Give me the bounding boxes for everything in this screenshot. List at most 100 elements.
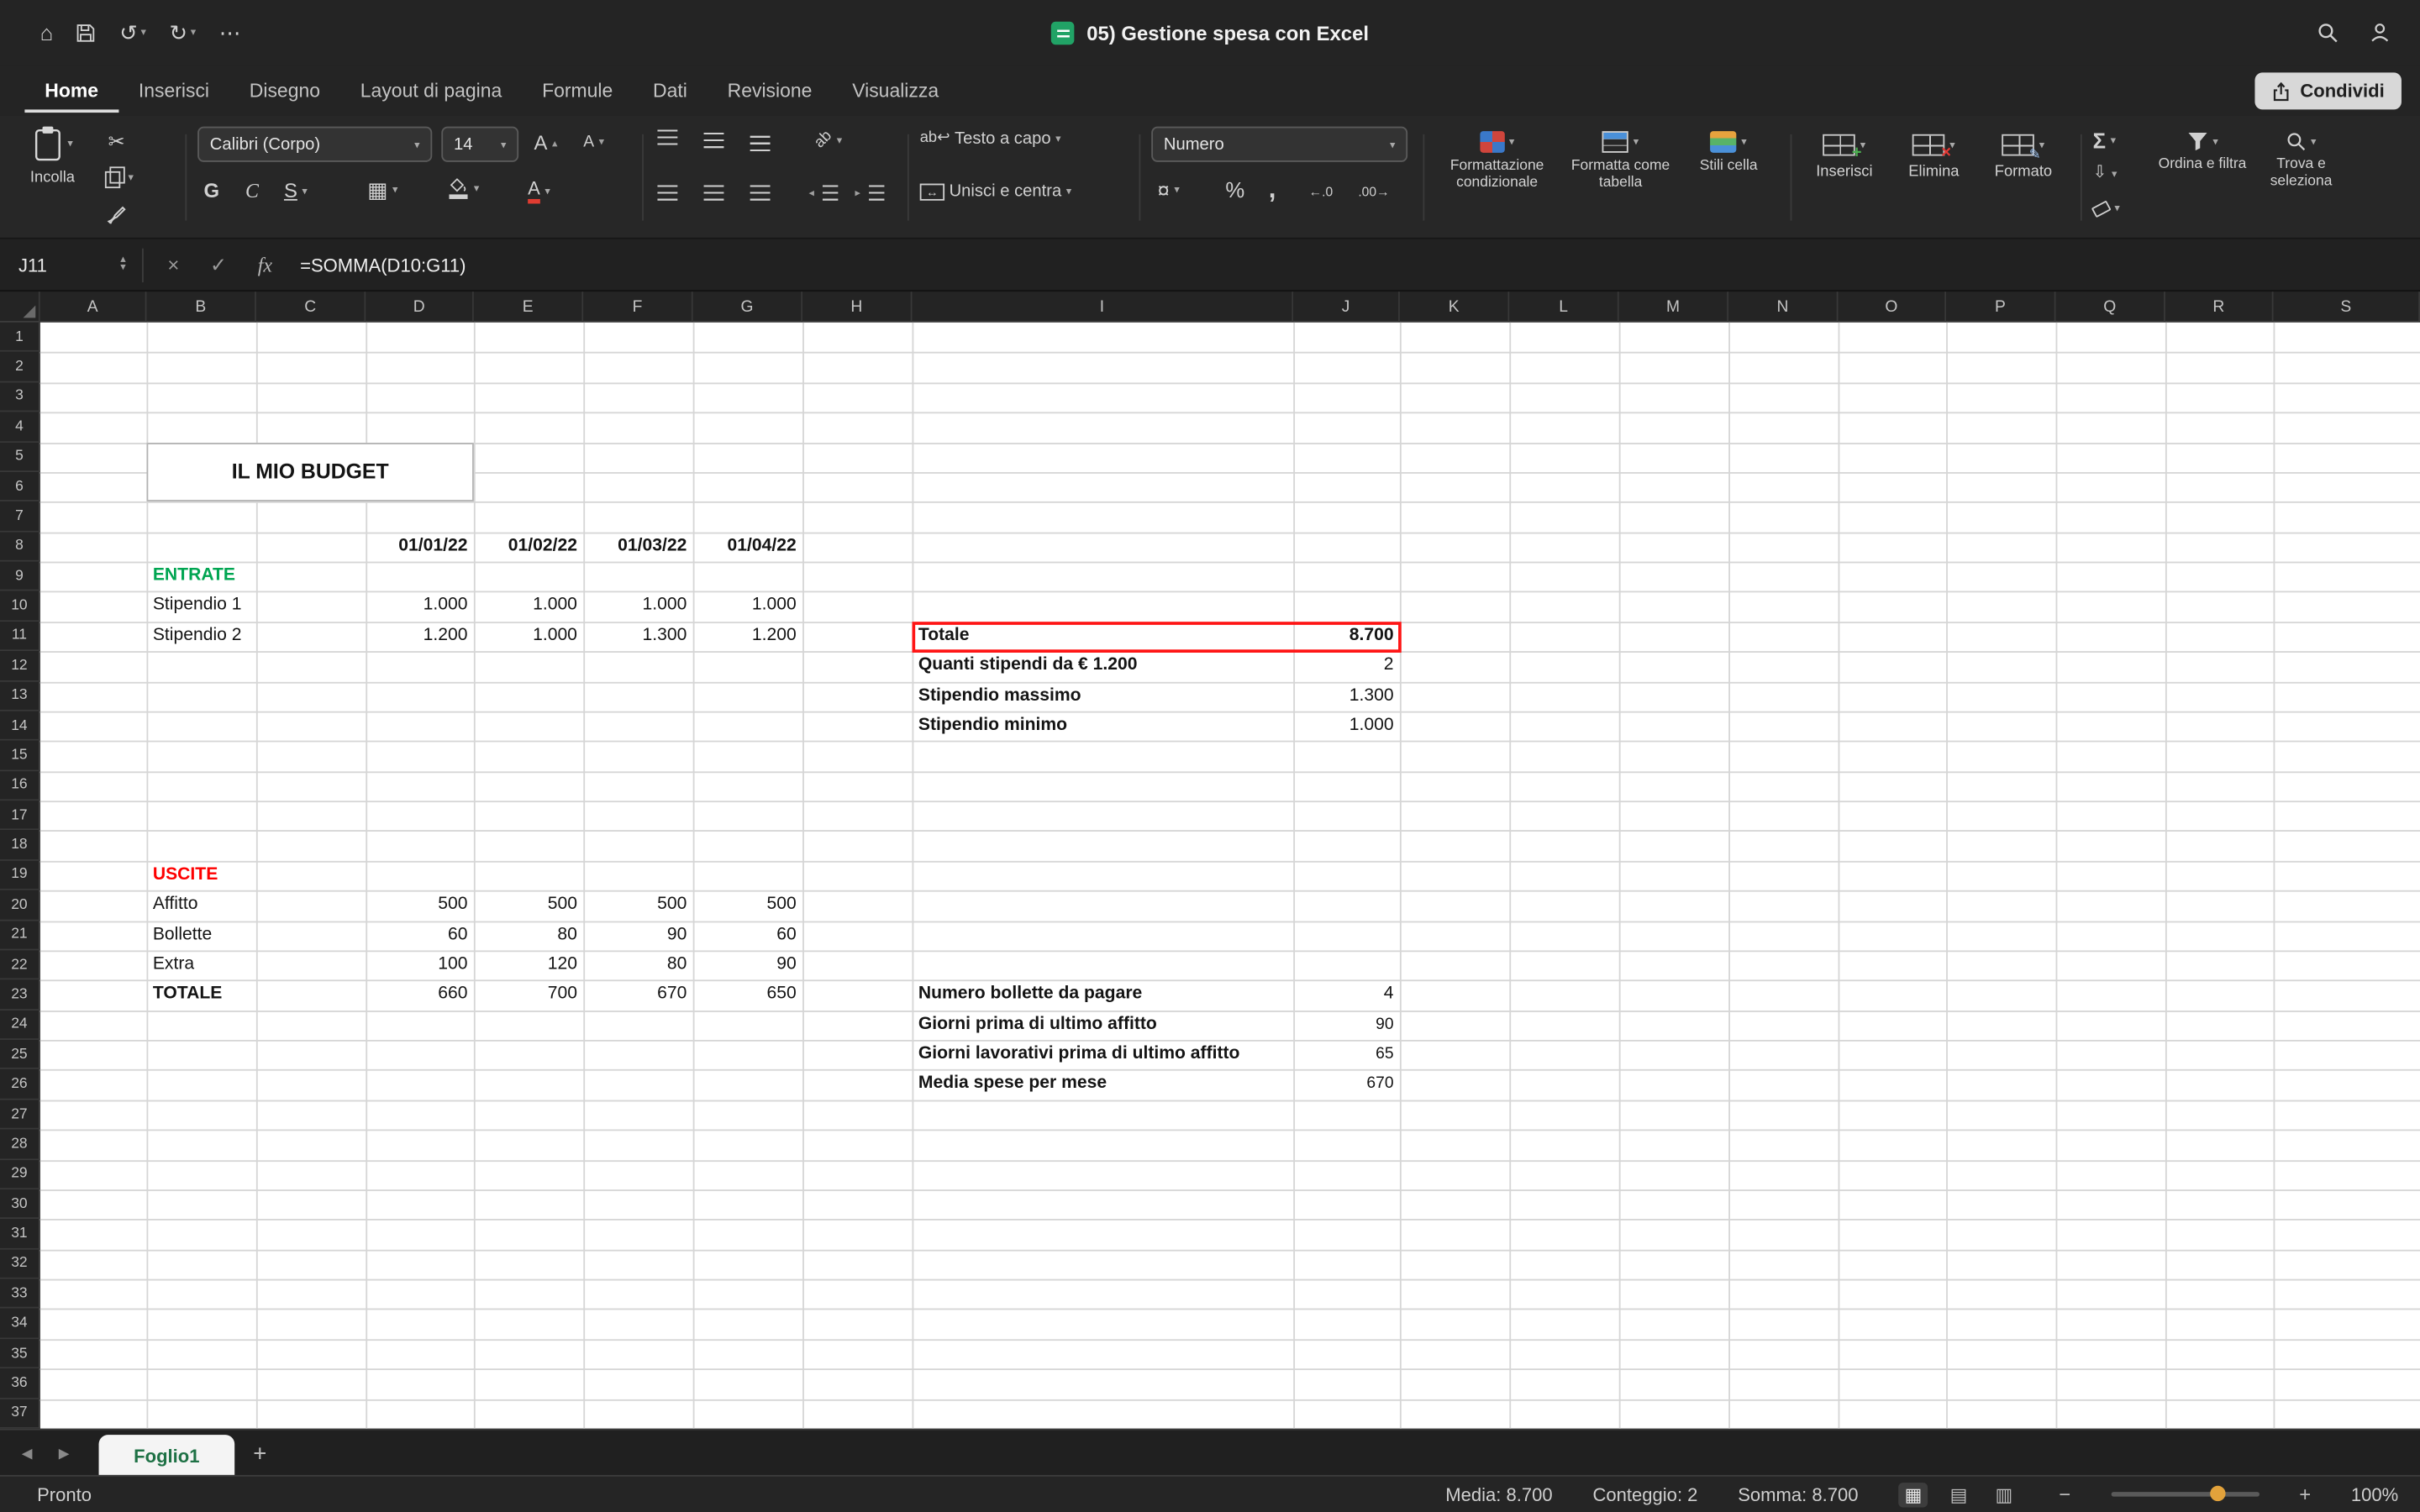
cell-I26[interactable]: Media spese per mese xyxy=(913,1070,1294,1100)
conditional-formatting-button[interactable]: ▾ Formattazione condizionale xyxy=(1435,131,1559,192)
cell-B10[interactable]: Stipendio 1 xyxy=(146,591,255,622)
cell-B9[interactable]: ENTRATE xyxy=(146,562,255,592)
cell-B22[interactable]: Extra xyxy=(146,950,255,980)
cell-E10[interactable]: 1.000 xyxy=(474,591,583,622)
row-header-6[interactable]: 6 xyxy=(0,472,40,502)
row-header-30[interactable]: 30 xyxy=(0,1189,40,1220)
format-as-table-button[interactable]: ▾ Formatta come tabella xyxy=(1565,131,1676,192)
decrease-font-button[interactable]: A▾ xyxy=(583,133,604,151)
cell-D20[interactable]: 500 xyxy=(366,890,474,921)
cell-B19[interactable]: USCITE xyxy=(146,861,255,891)
row-header-18[interactable]: 18 xyxy=(0,831,40,861)
row-header-27[interactable]: 27 xyxy=(0,1100,40,1130)
ribbon-tab-visualizza[interactable]: Visualizza xyxy=(832,69,959,112)
font-size-select[interactable]: 14▾ xyxy=(441,127,518,162)
row-header-9[interactable]: 9 xyxy=(0,562,40,592)
ribbon-tab-disegno[interactable]: Disegno xyxy=(229,69,340,112)
cell-G23[interactable]: 650 xyxy=(693,980,802,1011)
column-header-C[interactable]: C xyxy=(256,291,366,323)
add-sheet-button[interactable]: + xyxy=(253,1431,266,1477)
cell-B5[interactable]: IL MIO BUDGET xyxy=(146,442,473,501)
cell-I13[interactable]: Stipendio massimo xyxy=(913,681,1294,711)
confirm-entry-icon[interactable]: ✓ xyxy=(210,252,227,276)
row-header-12[interactable]: 12 xyxy=(0,651,40,681)
row-header-25[interactable]: 25 xyxy=(0,1040,40,1070)
column-header-F[interactable]: F xyxy=(583,291,692,323)
row-header-13[interactable]: 13 xyxy=(0,681,40,711)
row-header-3[interactable]: 3 xyxy=(0,382,40,412)
cell-E21[interactable]: 80 xyxy=(474,921,583,951)
align-left-button[interactable] xyxy=(655,181,686,205)
cell-J26[interactable]: 670 xyxy=(1293,1070,1400,1100)
cell-B20[interactable]: Affitto xyxy=(146,890,255,921)
cell-I12[interactable]: Quanti stipendi da € 1.200 xyxy=(913,651,1294,681)
row-header-23[interactable]: 23 xyxy=(0,980,40,1011)
cancel-entry-icon[interactable]: × xyxy=(167,253,179,276)
increase-indent-button[interactable]: ▸ xyxy=(855,181,897,205)
cell-G11[interactable]: 1.200 xyxy=(693,622,802,652)
row-header-35[interactable]: 35 xyxy=(0,1339,40,1369)
paste-button[interactable]: ▾ Incolla xyxy=(15,125,89,187)
currency-format-button[interactable]: ¤▾ xyxy=(1158,179,1180,201)
comma-format-button[interactable]: , xyxy=(1269,175,1276,206)
column-header-G[interactable]: G xyxy=(693,291,802,323)
format-cells-button[interactable]: ✎▾ Formato xyxy=(1981,134,2065,181)
column-header-N[interactable]: N xyxy=(1728,291,1838,323)
cell-B11[interactable]: Stipendio 2 xyxy=(146,622,255,652)
font-name-select[interactable]: Calibri (Corpo)▾ xyxy=(197,127,432,162)
ribbon-tab-formule[interactable]: Formule xyxy=(522,69,633,112)
ribbon-tab-dati[interactable]: Dati xyxy=(633,69,708,112)
previous-sheet-arrow[interactable]: ◀ xyxy=(22,1431,33,1477)
page-break-view-button[interactable]: ▥ xyxy=(1989,1482,2019,1506)
row-header-24[interactable]: 24 xyxy=(0,1010,40,1040)
column-header-B[interactable]: B xyxy=(146,291,255,323)
page-layout-view-button[interactable]: ▤ xyxy=(1944,1482,1974,1506)
merge-center-button[interactable]: ↔ Unisci e centra▾ xyxy=(920,182,1072,201)
row-header-33[interactable]: 33 xyxy=(0,1279,40,1310)
cell-J11[interactable]: 8.700 xyxy=(1293,622,1400,652)
row-header-21[interactable]: 21 xyxy=(0,921,40,951)
cell-I14[interactable]: Stipendio minimo xyxy=(913,711,1294,742)
row-header-4[interactable]: 4 xyxy=(0,412,40,443)
find-select-button[interactable]: ▾ Trova e seleziona xyxy=(2254,131,2349,190)
cell-D8[interactable]: 01/01/22 xyxy=(366,532,474,562)
cell-D22[interactable]: 100 xyxy=(366,950,474,980)
search-icon[interactable] xyxy=(2317,22,2338,44)
column-header-E[interactable]: E xyxy=(474,291,583,323)
row-header-36[interactable]: 36 xyxy=(0,1369,40,1399)
column-header-M[interactable]: M xyxy=(1619,291,1728,323)
name-box-spinner[interactable]: ▴▾ xyxy=(120,258,125,272)
more-commands-icon[interactable]: ⋯ xyxy=(219,22,241,44)
row-header-7[interactable]: 7 xyxy=(0,501,40,532)
zoom-out-button[interactable]: − xyxy=(2059,1483,2070,1506)
cell-J23[interactable]: 4 xyxy=(1293,980,1400,1011)
row-header-14[interactable]: 14 xyxy=(0,711,40,742)
formula-input[interactable]: =SOMMA(D10:G11) xyxy=(300,254,466,276)
percent-format-button[interactable]: % xyxy=(1225,179,1244,201)
cell-B23[interactable]: TOTALE xyxy=(146,980,255,1011)
row-header-2[interactable]: 2 xyxy=(0,352,40,382)
row-header-31[interactable]: 31 xyxy=(0,1220,40,1250)
name-box[interactable]: J11 xyxy=(0,239,120,291)
column-header-H[interactable]: H xyxy=(802,291,912,323)
row-header-20[interactable]: 20 xyxy=(0,890,40,921)
number-format-select[interactable]: Numero▾ xyxy=(1151,127,1407,162)
cell-F20[interactable]: 500 xyxy=(583,890,692,921)
cell-F23[interactable]: 670 xyxy=(583,980,692,1011)
zoom-slider-knob[interactable] xyxy=(2210,1486,2225,1501)
redo-button[interactable]: ↻▾ xyxy=(170,22,197,44)
cell-I25[interactable]: Giorni lavorativi prima di ultimo affitt… xyxy=(913,1040,1294,1070)
cell-F11[interactable]: 1.300 xyxy=(583,622,692,652)
zoom-slider[interactable] xyxy=(2111,1492,2259,1497)
cell-F10[interactable]: 1.000 xyxy=(583,591,692,622)
column-header-D[interactable]: D xyxy=(366,291,474,323)
insert-cells-button[interactable]: +▾ Inserisci xyxy=(1802,134,1886,181)
row-header-32[interactable]: 32 xyxy=(0,1249,40,1279)
italic-button[interactable]: C xyxy=(245,179,259,203)
cell-E20[interactable]: 500 xyxy=(474,890,583,921)
cell-E23[interactable]: 700 xyxy=(474,980,583,1011)
fill-color-button[interactable]: ▾ xyxy=(448,176,480,199)
cell-D21[interactable]: 60 xyxy=(366,921,474,951)
row-header-11[interactable]: 11 xyxy=(0,622,40,652)
ribbon-tab-revisione[interactable]: Revisione xyxy=(708,69,833,112)
